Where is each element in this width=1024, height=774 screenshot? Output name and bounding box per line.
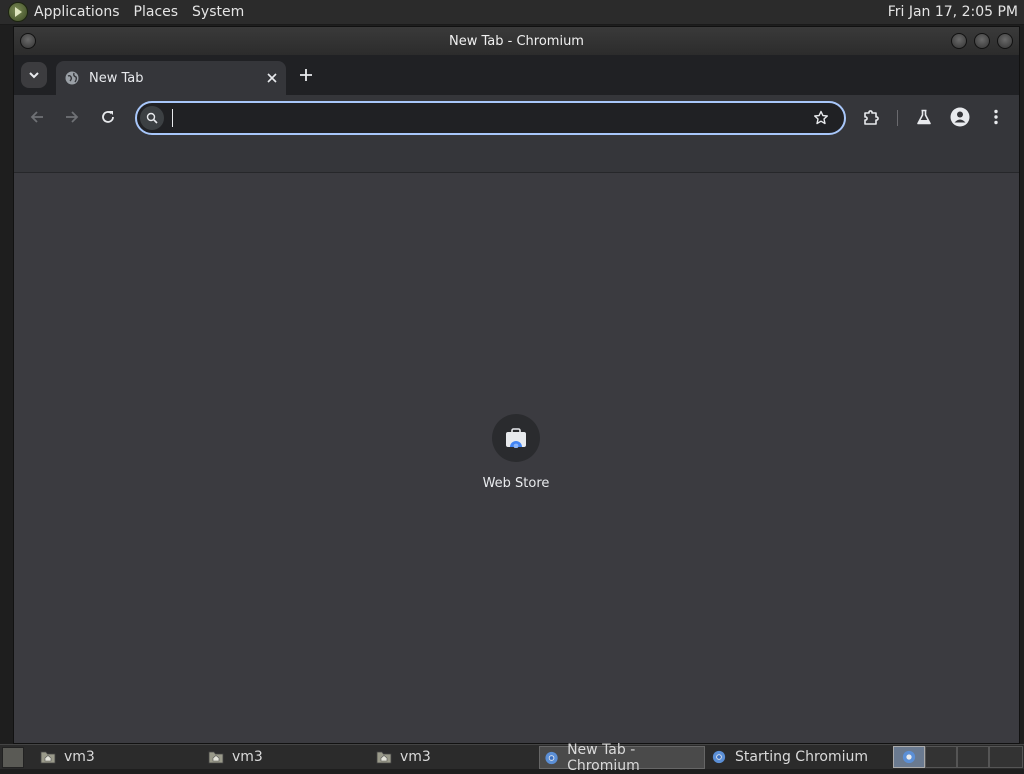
- workspace-4[interactable]: [989, 746, 1023, 768]
- folder-icon: [40, 751, 56, 763]
- taskbar-item-vm3-1[interactable]: vm3: [36, 746, 196, 767]
- extensions-button[interactable]: [859, 105, 883, 129]
- window-menu-button[interactable]: [20, 33, 36, 49]
- tab-strip: New Tab: [14, 55, 1019, 95]
- top-panel: Applications Places System Fri Jan 17, 2…: [0, 0, 1024, 25]
- workspace-1[interactable]: [893, 746, 925, 768]
- search-icon: [140, 106, 164, 130]
- minimize-button[interactable]: [951, 33, 967, 49]
- taskbar: vm3 vm3 vm3 New Tab - Chromium Starting …: [0, 742, 1024, 774]
- arrow-left-icon: [30, 111, 43, 123]
- taskbar-item-vm3-3[interactable]: vm3: [372, 746, 532, 767]
- tab-new-tab[interactable]: New Tab: [56, 61, 286, 95]
- reload-button[interactable]: [96, 105, 120, 129]
- labs-button[interactable]: [912, 105, 936, 129]
- taskbar-item-new-tab-chromium[interactable]: New Tab - Chromium: [539, 742, 705, 774]
- address-input[interactable]: [171, 107, 775, 131]
- applications-logo-icon[interactable]: [8, 2, 28, 22]
- plus-icon: [300, 69, 312, 81]
- taskbar-item-label: New Tab - Chromium: [567, 741, 640, 774]
- arrow-right-icon: [66, 111, 79, 123]
- menu-system[interactable]: System: [192, 4, 244, 20]
- maximize-button[interactable]: [974, 33, 990, 49]
- toolbar-separator: [897, 110, 898, 126]
- globe-icon: [65, 71, 79, 85]
- close-icon: [267, 73, 277, 83]
- new-tab-page: Web Store: [14, 177, 1019, 743]
- folder-icon: [208, 751, 224, 763]
- star-icon: [814, 110, 828, 125]
- taskbar-item-starting-chromium[interactable]: Starting Chromium: [707, 746, 877, 767]
- clock[interactable]: Fri Jan 17, 2:05 PM: [888, 4, 1018, 20]
- taskbar-item-label: vm3: [400, 748, 431, 765]
- omnibox[interactable]: [135, 101, 846, 135]
- shortcut-web-store[interactable]: Web Store: [469, 414, 563, 491]
- workspace-3[interactable]: [957, 746, 989, 768]
- new-tab-button[interactable]: [296, 65, 316, 85]
- browser-toolbar: [14, 95, 1019, 139]
- kebab-menu-icon: [994, 109, 998, 125]
- taskbar-item-label: Starting Chromium: [735, 748, 868, 765]
- profile-button[interactable]: [948, 105, 972, 129]
- tab-title: New Tab: [89, 70, 144, 86]
- bookmarks-bar: [14, 139, 1019, 173]
- chromium-icon: [902, 750, 916, 764]
- flask-icon: [917, 109, 931, 125]
- window-titlebar[interactable]: New Tab - Chromium: [14, 27, 1019, 55]
- web-store-icon: [492, 414, 540, 462]
- menu-button[interactable]: [984, 105, 1008, 129]
- text-caret: [172, 109, 173, 127]
- chromium-icon: [712, 750, 726, 763]
- account-icon: [950, 107, 970, 127]
- shortcut-label: Web Store: [482, 476, 550, 491]
- close-window-button[interactable]: [997, 33, 1013, 49]
- forward-button[interactable]: [60, 105, 84, 129]
- menu-applications[interactable]: Applications: [34, 4, 120, 20]
- menu-places[interactable]: Places: [134, 4, 179, 20]
- tab-close-button[interactable]: [264, 70, 280, 86]
- show-desktop-button[interactable]: [2, 747, 24, 768]
- folder-icon: [376, 751, 392, 763]
- chromium-window: New Tab - Chromium New Tab Web Store: [13, 26, 1020, 744]
- reload-icon: [102, 111, 114, 123]
- back-button[interactable]: [25, 105, 49, 129]
- puzzle-icon: [864, 110, 879, 125]
- taskbar-item-label: vm3: [64, 748, 95, 765]
- chevron-down-icon: [29, 72, 39, 79]
- workspace-2[interactable]: [925, 746, 957, 768]
- taskbar-item-vm3-2[interactable]: vm3: [204, 746, 364, 767]
- taskbar-item-label: vm3: [232, 748, 263, 765]
- tab-search-button[interactable]: [21, 62, 47, 88]
- bookmark-star-button[interactable]: [810, 107, 832, 129]
- window-title: New Tab - Chromium: [449, 33, 584, 49]
- chromium-icon: [545, 751, 558, 764]
